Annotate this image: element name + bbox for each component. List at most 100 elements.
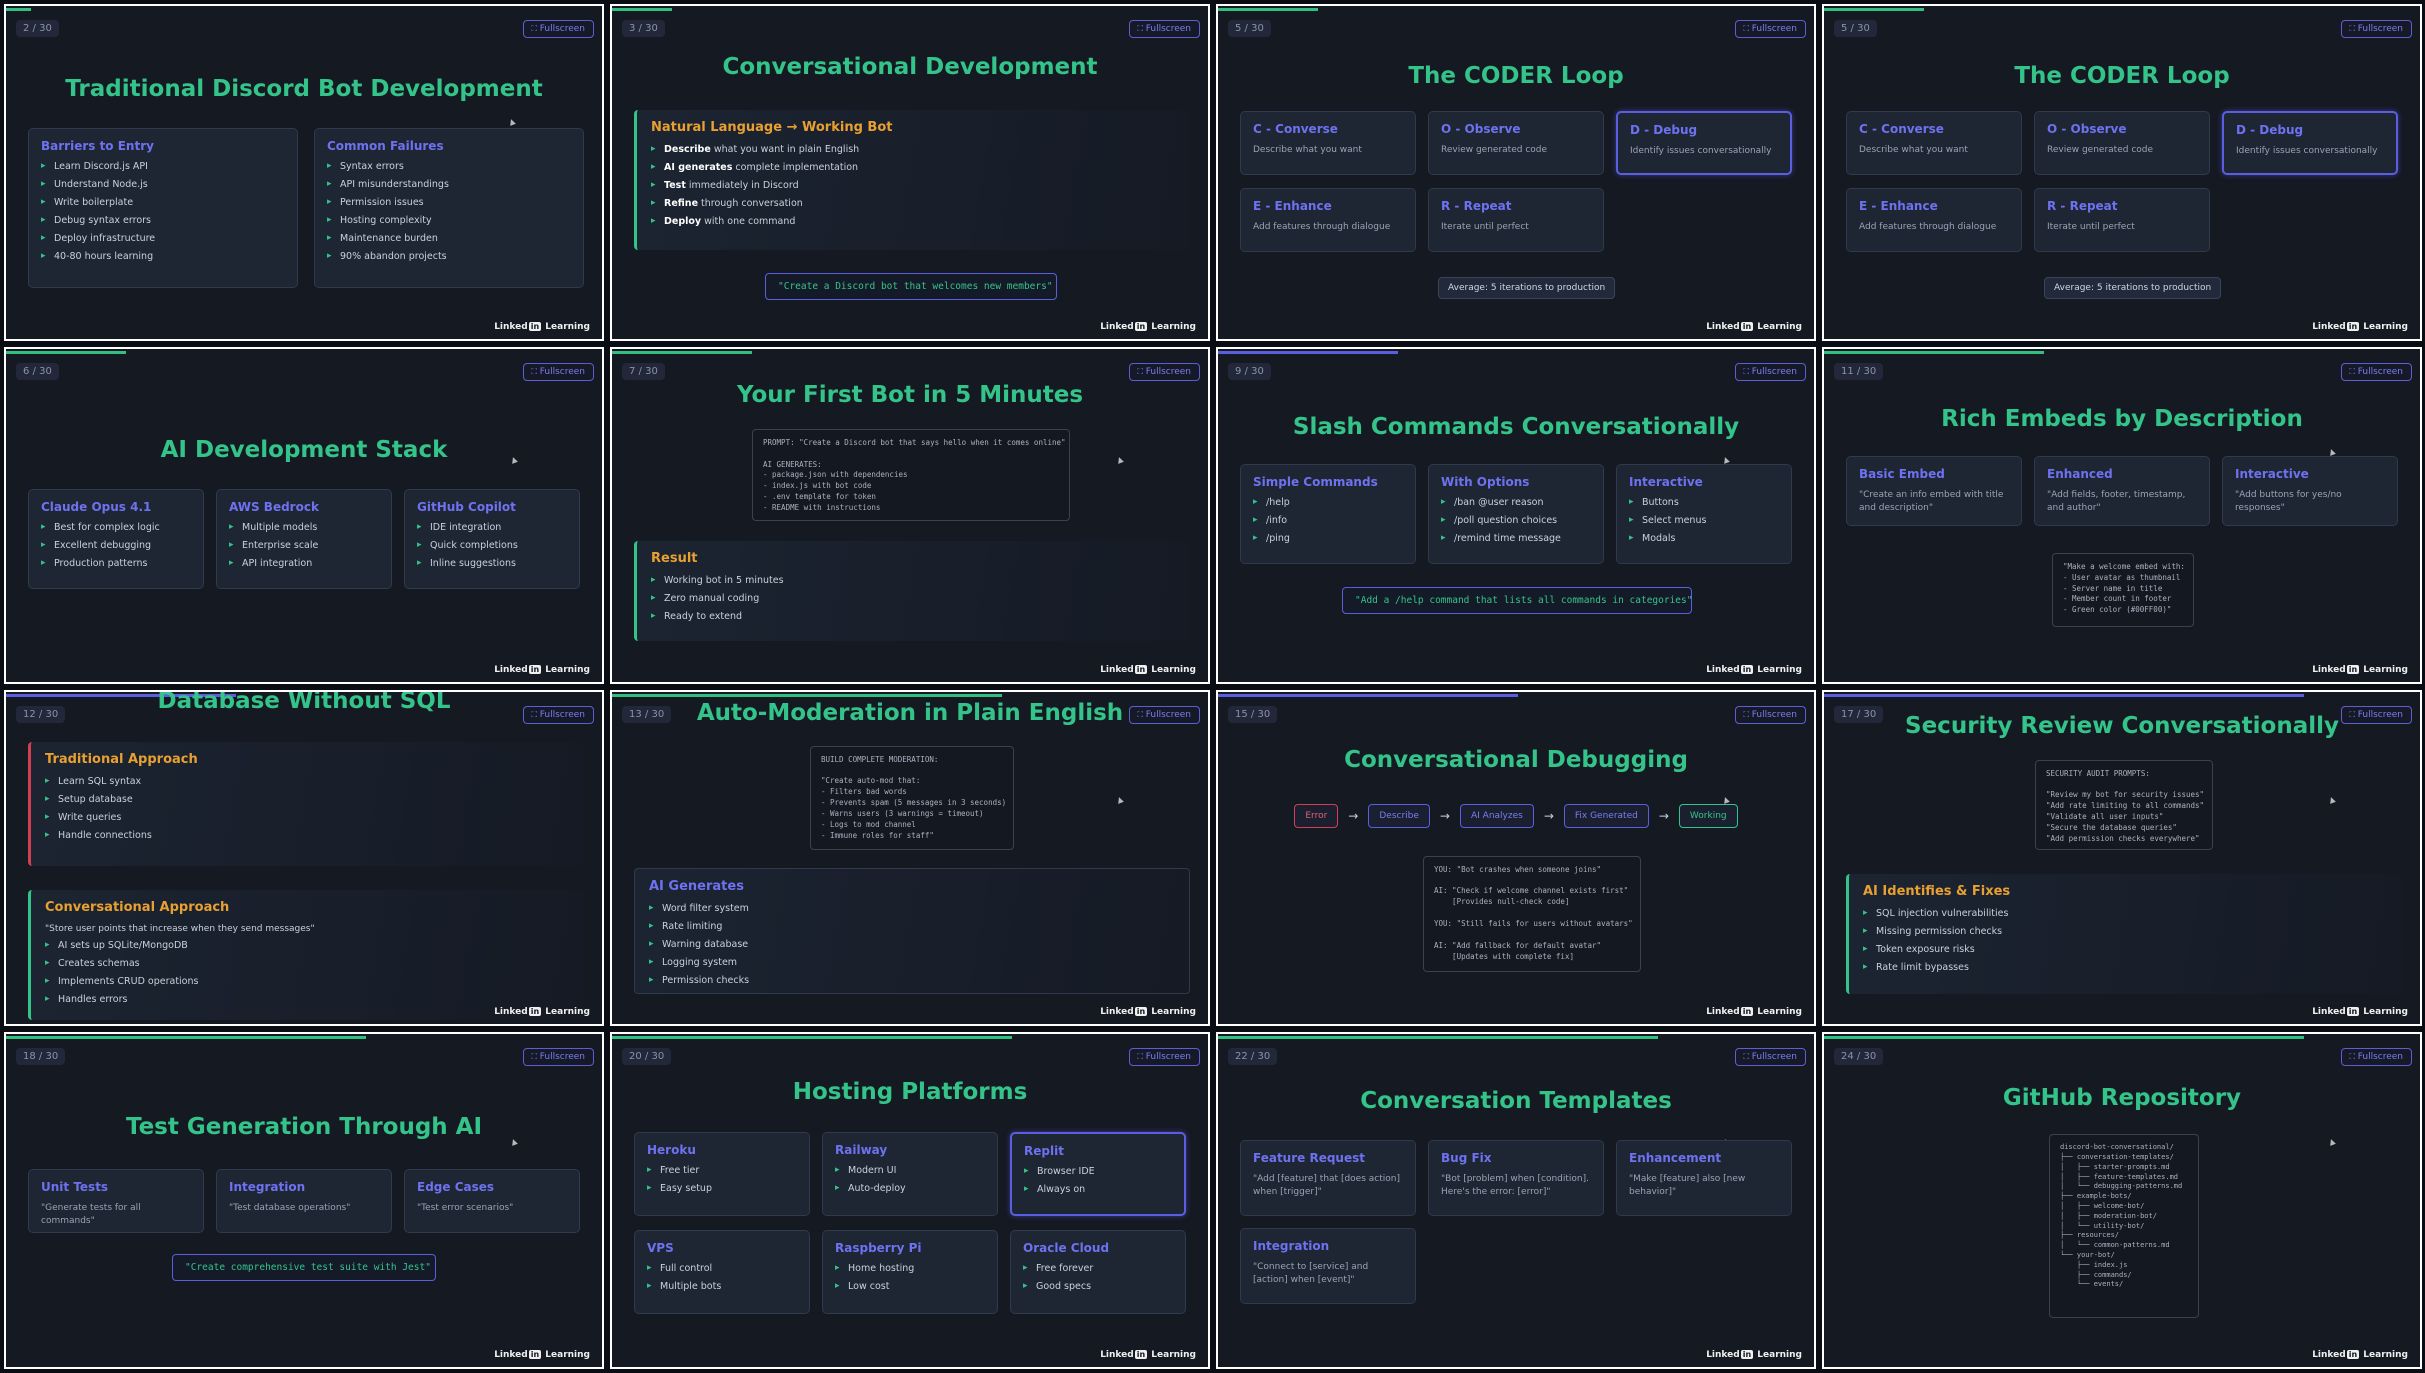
fullscreen-button[interactable]: Fullscreen [2340,362,2412,381]
card: O - Observe Review generated code [1428,111,1604,175]
arrow-right-icon: → [1348,808,1359,823]
slide-thumbnail[interactable]: 24 / 30 Fullscreen GitHub Repository dis… [1822,1032,2422,1369]
fullscreen-button[interactable]: Fullscreen [1128,20,1200,38]
slide-number: 24 / 30 [1834,1048,1884,1066]
card: Simple Commands/help/info/ping [1240,463,1416,564]
slide-title: The CODER Loop [1408,63,1624,89]
traditional-panel: Traditional Approach Learn SQL syntax Set… [28,741,584,866]
list-item: Select menus [1629,515,1779,526]
list-item: SQL injection vulnerabilities [1863,908,2388,919]
fullscreen-button[interactable]: Fullscreen [1734,20,1806,38]
linkedin-learning-logo: Linked in Learning [2312,1007,2408,1018]
card: Barriers to Entry Learn Discord.js API Un… [28,128,298,288]
card-desc: Review generated code [2047,145,2154,155]
slide-thumbnail[interactable]: 5 / 30 Fullscreen The CODER Loop C - Con… [1822,4,2422,341]
list-item: Hosting complexity [327,215,571,226]
slide-thumbnail[interactable]: 5 / 30 Fullscreen The CODER Loop C - Con… [1216,4,1816,341]
fullscreen-button[interactable]: Fullscreen [522,20,594,38]
slide-thumbnail[interactable]: 13 / 30 Fullscreen Auto-Moderation in Pl… [610,689,1210,1027]
card-title: VPS [647,1241,674,1256]
card: Interactive "Add buttons for yes/no respo… [2222,455,2398,526]
slide-thumbnail[interactable]: 11 / 30 Fullscreen Rich Embeds by Descri… [1822,346,2422,684]
card: Bug Fix "Bot [problem] when [condition]. … [1428,1140,1604,1217]
card: R - Repeat Iterate until perfect [1428,188,1604,252]
slide-number: 20 / 30 [622,1048,672,1066]
slide-thumbnail[interactable]: 9 / 30 Fullscreen Slash Commands Convers… [1216,346,1816,684]
card-desc: "Add fields, footer, timestamp, and auth… [2047,489,2186,513]
list-item: API misunderstandings [327,179,571,190]
list-item: Handle connections [45,830,570,841]
slide-thumbnail[interactable]: 15 / 30 Fullscreen Conversational Debugg… [1216,689,1816,1027]
card: E - Enhance Add features through dialogue [1846,188,2022,252]
slide-thumbnail[interactable]: 2 / 30 Fullscreen Traditional Discord Bo… [4,4,604,341]
slide-thumbnail[interactable]: 17 / 30 Fullscreen Security Review Conve… [1822,689,2422,1027]
slide-number: 22 / 30 [1228,1048,1278,1066]
card-desc: Describe what you want [1253,145,1362,155]
fullscreen-button[interactable]: Fullscreen [1128,362,1200,381]
linkedin-learning-logo: Linked in Learning [2312,1350,2408,1360]
result-panel: Result Working bot in 5 minutes Zero manu… [634,540,1190,641]
cursor-icon [1116,455,1124,464]
list-item: Multiple models [229,522,379,533]
slide-thumbnail[interactable]: 7 / 30 Fullscreen Your First Bot in 5 Mi… [610,346,1210,684]
card-title: C - Converse [1859,122,1944,136]
slide-title: Rich Embeds by Description [1941,405,2303,432]
example-prompt: "Create a Discord bot that welcomes new … [765,273,1057,300]
slide-title: Conversational Debugging [1344,746,1688,773]
slide-thumbnail[interactable]: 3 / 30 Fullscreen Conversational Develop… [610,4,1210,341]
linkedin-learning-logo: Linked in Learning [1706,664,1802,675]
linkedin-learning-logo: Linked in Learning [1706,1350,1802,1360]
card: Interactive Buttons Select menus Modals [1616,463,1792,564]
fullscreen-button[interactable]: Fullscreen [1734,1048,1806,1067]
fullscreen-button[interactable]: Fullscreen [1734,362,1806,381]
slide-thumbnail[interactable]: 22 / 30 Fullscreen Conversation Template… [1216,1032,1816,1369]
flow-step: Fix Generated [1563,803,1649,828]
card-title: C - Converse [1253,122,1338,136]
slide-thumbnail[interactable]: 20 / 30 Fullscreen Hosting Platforms Her… [610,1032,1210,1369]
fullscreen-button[interactable]: Fullscreen [522,1048,594,1067]
debug-flow: Error → Describe → AI Analyzes → Fix Genera… [1218,803,1814,828]
card-title: Feature Request [1253,1151,1365,1166]
stat-badge: Average: 5 iterations to production [1438,277,1616,299]
fullscreen-button[interactable]: Fullscreen [1128,1048,1200,1067]
example-prompt: "Add a /help command that lists all comm… [1342,586,1692,614]
flow-step: Describe [1368,803,1430,828]
list-item: Full control [647,1263,797,1274]
code-block: YOU: "Bot crashes when someone joins" AI… [1423,855,1641,972]
card-title: Edge Cases [417,1180,495,1195]
list-item: Always on [1024,1184,1172,1195]
card-title: Enhancement [1629,1151,1722,1166]
fullscreen-button[interactable]: Fullscreen [522,362,594,381]
progress-bar [1218,350,1398,354]
card-title: Interactive [1629,474,1703,489]
list-item: Home hosting [835,1263,985,1274]
list-item: Multiple bots [647,1281,797,1292]
card-title: D - Debug [1630,123,1698,137]
code-block: "Make a welcome embed with: - User avata… [2052,552,2194,627]
slide-title: Conversation Templates [1360,1088,1672,1115]
list-item: 40-80 hours learning [41,251,285,262]
card: Integration "Test database operations" [216,1169,392,1234]
list-item: Deploy infrastructure [41,233,285,244]
card: Oracle Cloud Free forever Good specs [1010,1230,1186,1315]
cursor-icon [1116,795,1124,804]
slide-thumbnail[interactable]: 6 / 30 Fullscreen AI Development Stack C… [4,346,604,684]
list-item: Token exposure risks [1863,944,2388,955]
card-desc: "Add buttons for yes/no responses" [2235,489,2342,513]
list-item: Easy setup [647,1183,797,1194]
slide-number: 5 / 30 [1834,20,1877,37]
slide-thumbnail[interactable]: 12 / 30 Fullscreen Database Without SQL … [4,689,604,1027]
progress-bar [1824,8,1924,11]
list-item: Implements CRUD operations [45,976,570,987]
linkedin-learning-logo: Linked in Learning [1100,1007,1196,1018]
card-desc: Identify issues conversationally [1630,146,1772,156]
card: Basic Embed "Create an info embed with ti… [1846,455,2022,526]
list-item: Word filter system [649,903,1175,914]
fullscreen-button[interactable]: Fullscreen [1734,705,1806,724]
progress-bar [612,1036,1012,1040]
slide-thumbnail[interactable]: 18 / 30 Fullscreen Test Generation Throu… [4,1032,604,1369]
card: Edge Cases "Test error scenarios" [404,1169,580,1234]
fullscreen-button[interactable]: Fullscreen [2340,1048,2412,1067]
fullscreen-button[interactable]: Fullscreen [2340,20,2412,38]
conversational-panel: Conversational Approach "Store user poin… [28,889,584,1020]
